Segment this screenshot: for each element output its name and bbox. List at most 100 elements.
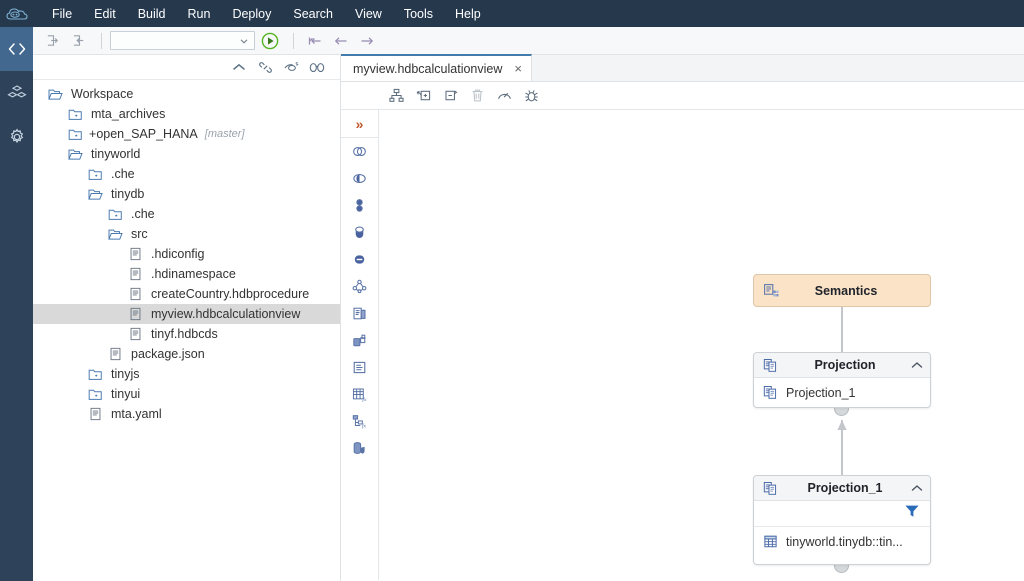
tree-item-workspace[interactable]: Workspace [33, 84, 340, 104]
menu-tools[interactable]: Tools [393, 3, 444, 25]
menu-search[interactable]: Search [282, 3, 344, 25]
tree-item-src[interactable]: src [33, 224, 340, 244]
palette-calculated-column-icon[interactable]: fx [341, 381, 379, 408]
menu-help[interactable]: Help [444, 3, 492, 25]
svg-text:fx: fx [362, 396, 367, 403]
auto-layout-button[interactable] [383, 84, 410, 108]
filter-icon[interactable] [904, 504, 920, 523]
export-icon[interactable] [67, 30, 91, 52]
tree-item-package-json[interactable]: package.json [33, 344, 340, 364]
editor-area: myview.hdbcalculationview × » fx fx Sema… [340, 54, 1024, 581]
node-projection[interactable]: Projection Projection_1 [753, 352, 931, 408]
calculation-view-canvas[interactable]: Semantics Projection Projection_1 Projec… [379, 110, 1024, 580]
tree-item--hdiconfig[interactable]: .hdiconfig [33, 244, 340, 264]
tab-label: myview.hdbcalculationview [353, 61, 503, 76]
chevron-up-icon[interactable] [904, 484, 930, 492]
node-projection-1[interactable]: Projection_1 tinyworld.tinydb::tin... [753, 475, 931, 565]
activity-develop[interactable] [0, 27, 33, 71]
tree-item-tinydb[interactable]: tinydb [33, 184, 340, 204]
toolbar-divider-1 [101, 32, 102, 49]
node-projection-1-header[interactable]: Projection_1 [754, 476, 930, 501]
debug-button[interactable] [518, 84, 545, 108]
sap-cloud-logo-icon[interactable] [0, 0, 33, 27]
file-explorer-panel: Workspace mta_archives + open_SAP_HANA [mast… [33, 55, 341, 581]
collapse-all-icon[interactable] [226, 57, 252, 77]
tree-item-mta-yaml[interactable]: mta.yaml [33, 404, 340, 424]
palette-aggregation-icon[interactable] [341, 219, 379, 246]
node-projection-row[interactable]: Projection_1 [754, 378, 930, 407]
node-palette-rail: » fx fx [340, 110, 379, 580]
binoculars-icon[interactable] [304, 57, 330, 77]
link-editor-icon[interactable] [252, 57, 278, 77]
semantics-icon [754, 283, 788, 299]
tree-item-open-sap-hana[interactable]: + open_SAP_HANA [master] [33, 124, 340, 144]
tree-item-label: open_SAP_HANA [96, 127, 198, 141]
palette-privileges-icon[interactable] [341, 435, 379, 462]
menu-bar: File Edit Build Run Deploy Search View T… [0, 0, 1024, 27]
collapse-all-button[interactable] [437, 84, 464, 108]
menu-view[interactable]: View [344, 3, 393, 25]
tree-item-label: tinyf.hdbcds [151, 327, 218, 341]
menu-build[interactable]: Build [127, 3, 177, 25]
performance-analysis-button[interactable] [491, 84, 518, 108]
tree-item-createcountry-hdbprocedure[interactable]: createCountry.hdbprocedure [33, 284, 340, 304]
activity-bar [0, 27, 33, 581]
palette-data-source-icon[interactable] [341, 300, 379, 327]
node-projection-header[interactable]: Projection [754, 353, 930, 378]
tab-myview-hdbcalculationview[interactable]: myview.hdbcalculationview × [341, 54, 532, 81]
palette-star-join-icon[interactable] [341, 273, 379, 300]
folder-open-icon [65, 148, 85, 161]
palette-table-function-icon[interactable] [341, 354, 379, 381]
close-icon[interactable]: × [514, 62, 522, 75]
node-projection-1-row[interactable]: tinyworld.tinydb::tin... [754, 527, 930, 556]
palette-join-icon[interactable] [341, 138, 379, 165]
file-icon [125, 327, 145, 341]
tree-item-label: Workspace [71, 87, 134, 101]
eye-slash-icon[interactable] [278, 57, 304, 77]
run-play-icon[interactable] [255, 32, 285, 50]
palette-hierarchy-icon[interactable]: fx [341, 408, 379, 435]
tree-item--che[interactable]: .che [33, 204, 340, 224]
folder-open-icon [85, 188, 105, 201]
menu-edit[interactable]: Edit [83, 3, 127, 25]
run-configuration-select[interactable] [110, 31, 255, 50]
tree-item--che[interactable]: .che [33, 164, 340, 184]
chevron-up-icon[interactable] [904, 361, 930, 369]
activity-settings[interactable] [0, 115, 33, 159]
tree-item-label: myview.hdbcalculationview [151, 307, 301, 321]
node-projection-1-filter-row[interactable] [754, 501, 930, 527]
arrow-left-icon[interactable] [328, 34, 354, 48]
expand-palette-icon[interactable]: » [340, 110, 379, 138]
tree-item-label: .che [111, 167, 135, 181]
node-semantics[interactable]: Semantics [753, 274, 931, 307]
tree-item--hdinamespace[interactable]: .hdinamespace [33, 264, 340, 284]
tree-item-tinyui[interactable]: tinyui [33, 384, 340, 404]
table-icon [754, 534, 786, 549]
tree-item-prefix: + [89, 127, 97, 141]
delete-button[interactable] [464, 84, 491, 108]
arrow-right-icon[interactable] [354, 34, 380, 48]
tree-item-tinyworld[interactable]: tinyworld [33, 144, 340, 164]
editor-toolbar [341, 82, 1024, 110]
menu-run[interactable]: Run [177, 3, 222, 25]
palette-cube-icon[interactable] [341, 327, 379, 354]
folder-open-icon [45, 88, 65, 101]
menu-deploy[interactable]: Deploy [221, 3, 282, 25]
folder-open-icon [105, 228, 125, 241]
palette-projection-icon[interactable] [341, 192, 379, 219]
step-icon[interactable] [302, 34, 328, 48]
main-toolbar [33, 27, 1024, 55]
palette-union-icon[interactable] [341, 165, 379, 192]
palette-rank-icon[interactable] [341, 246, 379, 273]
activity-database-explorer[interactable] [0, 71, 33, 115]
tree-item-myview-hdbcalculationview[interactable]: myview.hdbcalculationview [33, 304, 340, 324]
import-icon[interactable] [41, 30, 65, 52]
expand-all-button[interactable] [410, 84, 437, 108]
menu-item-list: File Edit Build Run Deploy Search View T… [41, 3, 492, 25]
tree-item-tinyjs[interactable]: tinyjs [33, 364, 340, 384]
tree-item-mta-archives[interactable]: mta_archives [33, 104, 340, 124]
tree-item-label: .che [131, 207, 155, 221]
menu-file[interactable]: File [41, 3, 83, 25]
tree-item-tinyf-hdbcds[interactable]: tinyf.hdbcds [33, 324, 340, 344]
node-projection-1-row-label: tinyworld.tinydb::tin... [786, 534, 903, 549]
